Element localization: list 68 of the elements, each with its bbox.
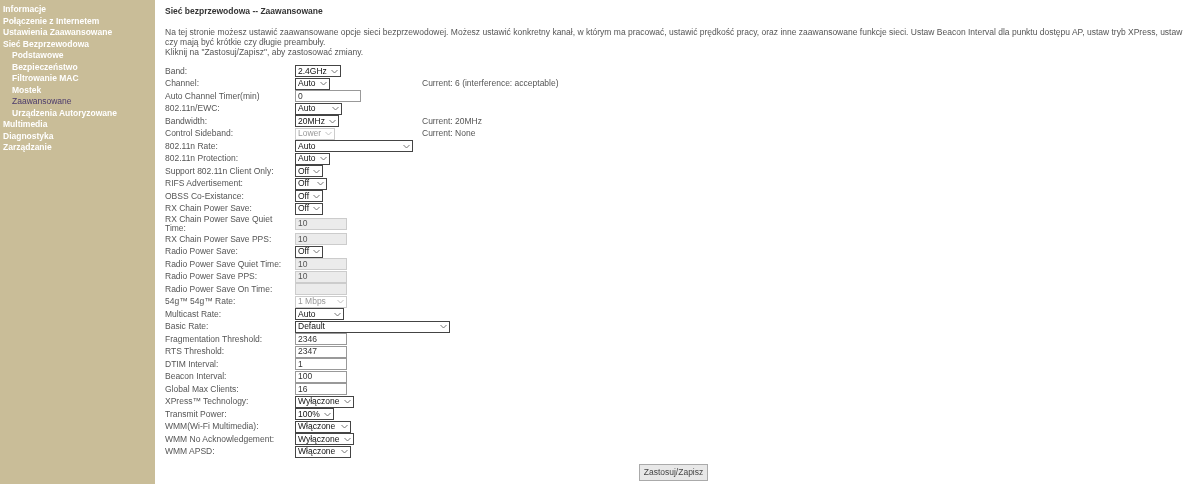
field-label: Radio Power Save Quiet Time: bbox=[165, 257, 283, 271]
status-note: Current: 20MHz bbox=[422, 116, 482, 126]
field-label: WMM No Acknowledgement: bbox=[165, 432, 276, 446]
caret-icon bbox=[313, 249, 321, 254]
input-field[interactable]: 2346 bbox=[295, 333, 347, 345]
field-label: Bandwidth: bbox=[165, 114, 209, 128]
field-label: 802.11n Protection: bbox=[165, 152, 240, 165]
description-text: Na tej stronie możesz ustawić zaawansowane opcje sieci bezprzewodowej. Możesz ustawić konkretny kanał, w którym ma pracować, ustawić prędkość pracy, oraz inne zaawansowane funkcje sieci. Ustaw Beacon Interval dla punktu dostępu AP, ustaw tryb XPress, ustaw czy mają być krótkie czy długie preambuły. bbox=[165, 26, 1184, 47]
dropdown[interactable]: Auto bbox=[295, 152, 330, 165]
sidebar-item[interactable]: Zaawansowane bbox=[3, 96, 152, 108]
dropdown[interactable]: 100% bbox=[295, 408, 334, 420]
field-label: Global Max Clients: bbox=[165, 382, 240, 396]
field-label: Radio Power Save: bbox=[165, 245, 239, 258]
field-label: RIFS Advertisement: bbox=[165, 177, 244, 190]
dropdown[interactable]: Off bbox=[295, 177, 327, 190]
dropdown[interactable]: Auto bbox=[295, 140, 413, 152]
input-field[interactable]: 1 bbox=[295, 358, 347, 370]
field-label: Radio Power Save PPS: bbox=[165, 270, 259, 283]
input-field[interactable]: 100 bbox=[295, 370, 347, 383]
field-label: Band: bbox=[165, 64, 189, 78]
dropdown[interactable]: 2.4GHz bbox=[295, 65, 341, 77]
field-label: Channel: bbox=[165, 77, 201, 90]
field-label: Basic Rate: bbox=[165, 320, 210, 333]
dropdown[interactable]: Auto bbox=[295, 308, 344, 320]
dropdown[interactable]: Włączone bbox=[295, 445, 351, 458]
field-label: RX Chain Power Save: bbox=[165, 202, 253, 215]
field-label: Control Sideband: bbox=[165, 127, 235, 140]
dropdown[interactable]: Wyłączone bbox=[295, 433, 354, 445]
field-label: RTS Threshold: bbox=[165, 345, 226, 358]
field-label: 802.11n/EWC: bbox=[165, 102, 221, 115]
dropdown[interactable]: 20MHz bbox=[295, 115, 339, 127]
input-field[interactable]: 2347 bbox=[295, 345, 347, 358]
field-label: WMM APSD: bbox=[165, 445, 216, 458]
apply-button[interactable]: Zastosuj/Zapisz bbox=[638, 463, 709, 481]
field-label: 54g™ 54g™ Rate: bbox=[165, 295, 237, 308]
dropdown[interactable]: Wyłączone bbox=[295, 395, 354, 408]
field-label: Beacon Interval: bbox=[165, 370, 228, 383]
field-label: XPress™ Technology: bbox=[165, 395, 250, 408]
status-note: Current: 6 (interference: acceptable) bbox=[422, 79, 559, 88]
caret-icon bbox=[440, 324, 447, 329]
dropdown[interactable]: Auto bbox=[295, 102, 342, 115]
field-label: RX Chain Power Save Quiet Time: bbox=[165, 214, 274, 233]
caret-icon bbox=[323, 411, 331, 417]
field-label: OBSS Co-Existance: bbox=[165, 189, 245, 203]
field-label: Fragmentation Threshold: bbox=[165, 332, 264, 346]
field-label: Auto Channel Timer(min) bbox=[165, 89, 261, 103]
field-label: RX Chain Power Save PPS: bbox=[165, 232, 273, 246]
dropdown[interactable]: Off bbox=[295, 190, 324, 202]
instruction-text: Kliknij na "Zastosuj/Zapisz", aby zastosować zmiany. bbox=[165, 46, 365, 57]
input-field[interactable]: 16 bbox=[295, 383, 347, 395]
dropdown[interactable]: Off bbox=[295, 202, 324, 215]
field-label: WMM(Wi-Fi Multimedia): bbox=[165, 420, 260, 433]
dropdown[interactable]: Off bbox=[295, 165, 324, 177]
field-label: Multicast Rate: bbox=[165, 307, 223, 321]
field-label: Support 802.11n Client Only: bbox=[165, 164, 275, 178]
status-note: Current: None bbox=[422, 129, 476, 138]
field-label: DTIM Interval: bbox=[165, 357, 220, 371]
page-title: Sieć bezprzewodowa -- Zaawansowane bbox=[165, 5, 324, 18]
dropdown[interactable]: Włączone bbox=[295, 420, 351, 433]
dropdown[interactable]: Default bbox=[295, 320, 450, 333]
input-field[interactable]: 0 bbox=[295, 90, 361, 102]
dropdown[interactable]: Off bbox=[295, 245, 324, 258]
field-label: 802.11n Rate: bbox=[165, 139, 219, 153]
field-label: Radio Power Save On Time: bbox=[165, 282, 274, 296]
dropdown[interactable]: Auto bbox=[295, 77, 330, 90]
caret-icon bbox=[403, 143, 410, 149]
caret-icon bbox=[343, 399, 351, 404]
field-label: Transmit Power: bbox=[165, 407, 228, 421]
